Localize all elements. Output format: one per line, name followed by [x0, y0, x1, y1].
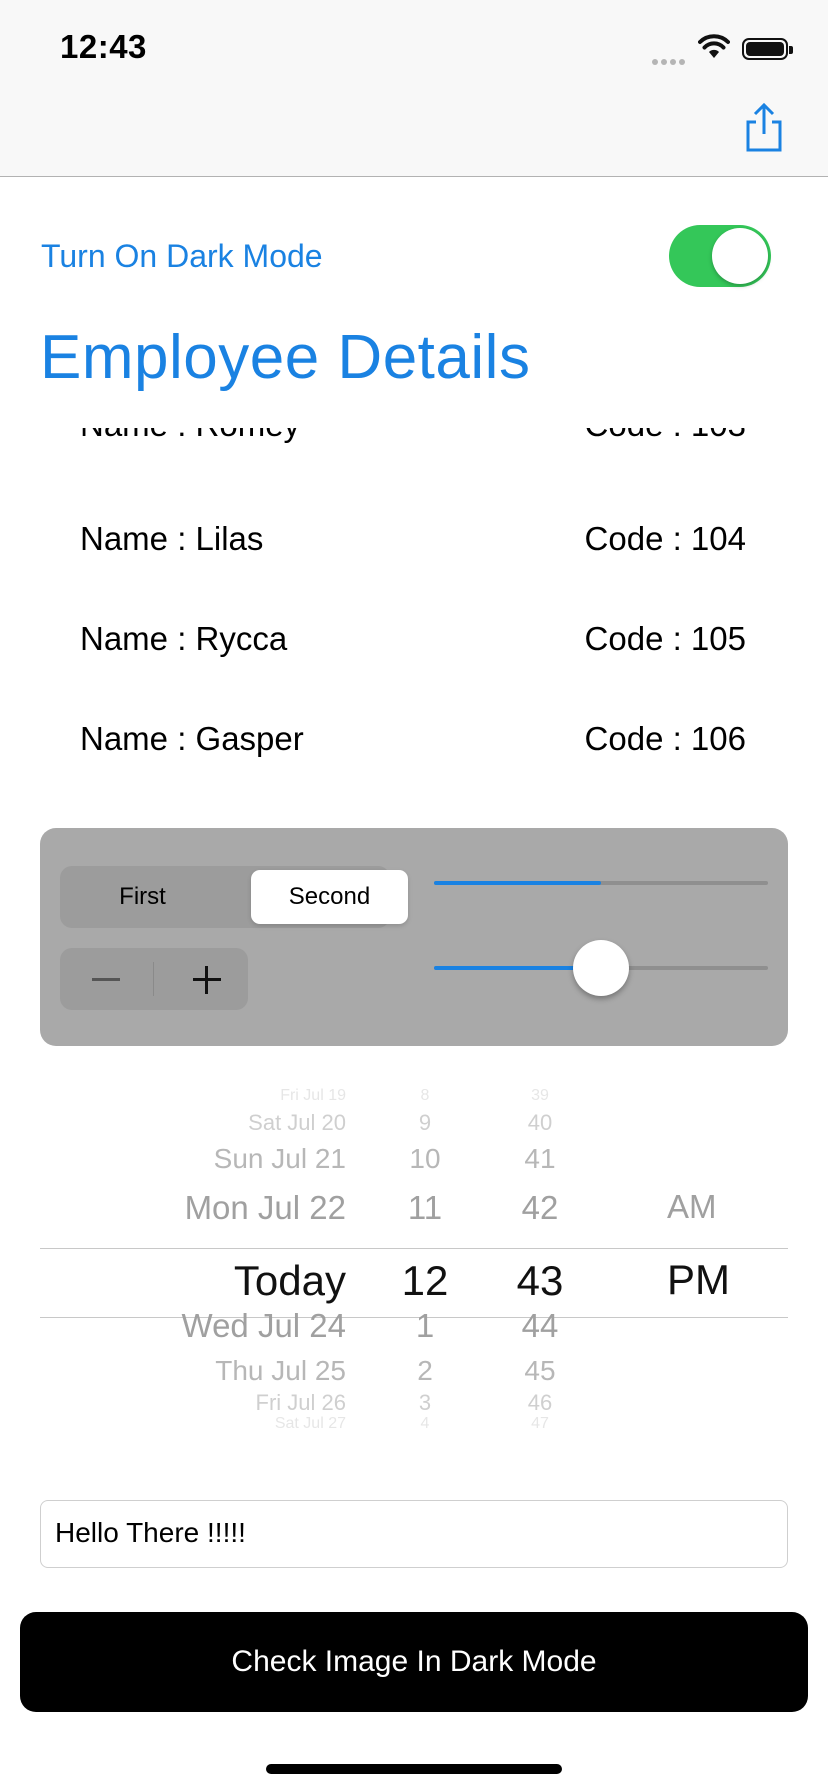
picker-item[interactable]: Sat Jul 27 [275, 1414, 346, 1433]
picker-item[interactable]: 47 [490, 1414, 590, 1433]
employee-name: Name : Lilas [80, 520, 264, 557]
picker-selected-item[interactable]: Today [234, 1256, 346, 1306]
picker-item[interactable]: Mon Jul 22 [185, 1188, 346, 1228]
controls-panel: First Second [40, 828, 788, 1046]
picker-hour-column[interactable]: 8 9 10 11 12 1 2 3 4 [380, 1087, 470, 1462]
table-row[interactable]: Name : Lilas Code : 104 [0, 520, 828, 580]
segmented-control: First Second [60, 866, 408, 928]
progress-bar [434, 881, 768, 885]
picker-item[interactable]: Thu Jul 25 [215, 1354, 346, 1388]
stepper-decrement-button[interactable] [92, 978, 120, 981]
home-indicator [266, 1764, 562, 1774]
stepper [60, 948, 248, 1010]
battery-icon [742, 38, 793, 60]
stepper-divider [153, 962, 154, 996]
segment-first[interactable]: First [60, 866, 225, 928]
wifi-icon [698, 34, 730, 58]
employee-code: Code : 106 [584, 720, 746, 757]
employee-name: Name : Gasper [80, 720, 304, 757]
picker-item[interactable]: 10 [380, 1142, 470, 1176]
picker-item[interactable]: Sat Jul 20 [248, 1110, 346, 1136]
stepper-increment-button[interactable] [187, 960, 227, 1000]
progress-fill [434, 881, 601, 885]
employee-table[interactable]: Name : Romey Code : 103 Name : Lilas Cod… [0, 428, 828, 788]
picker-minute-column[interactable]: 39 40 41 42 43 44 45 46 47 [490, 1087, 590, 1462]
picker-item[interactable]: 1 [380, 1306, 470, 1346]
picker-selected-item[interactable]: 43 [490, 1256, 590, 1306]
switch-knob [712, 228, 768, 284]
picker-item[interactable]: 4 [380, 1414, 470, 1433]
picker-item[interactable]: 41 [490, 1142, 590, 1176]
dark-mode-switch[interactable] [669, 225, 771, 287]
table-row[interactable]: Name : Rycca Code : 105 [0, 620, 828, 680]
picker-ampm-column[interactable]: AM PM [610, 1098, 730, 1462]
picker-item[interactable]: 44 [490, 1306, 590, 1346]
check-image-dark-mode-button[interactable]: Check Image In Dark Mode [20, 1612, 808, 1712]
picker-selected-item[interactable]: PM [667, 1256, 730, 1304]
picker-item[interactable]: 39 [490, 1086, 590, 1105]
table-row[interactable]: Name : Romey Code : 103 [0, 428, 828, 466]
status-bar: 12:43 [0, 0, 828, 100]
picker-item[interactable]: 3 [380, 1390, 470, 1416]
share-icon[interactable] [742, 102, 786, 154]
picker-item[interactable]: 11 [380, 1188, 470, 1228]
picker-item[interactable]: 40 [490, 1110, 590, 1136]
picker-item[interactable]: 9 [380, 1110, 470, 1136]
text-field-value: Hello There !!!!! [55, 1517, 246, 1548]
status-time: 12:43 [60, 28, 147, 65]
employee-code: Code : 105 [584, 620, 746, 657]
signal-icon [652, 52, 688, 70]
picker-item[interactable]: 8 [380, 1086, 470, 1105]
dark-mode-label: Turn On Dark Mode [41, 238, 323, 274]
picker-item[interactable]: 45 [490, 1354, 590, 1388]
employee-code: Code : 103 [585, 428, 746, 444]
picker-item[interactable]: 2 [380, 1354, 470, 1388]
employee-name: Name : Rycca [80, 620, 288, 657]
page-title: Employee Details [40, 323, 531, 392]
picker-item[interactable]: Fri Jul 19 [280, 1086, 346, 1105]
message-text-field[interactable]: Hello There !!!!! [40, 1500, 788, 1568]
picker-item[interactable]: Fri Jul 26 [256, 1390, 346, 1416]
date-time-picker[interactable]: Fri Jul 19 Sat Jul 20 Sun Jul 21 Mon Jul 22… [40, 1087, 788, 1462]
picker-item[interactable]: 42 [490, 1188, 590, 1228]
segment-second[interactable]: Second [251, 870, 408, 924]
picker-item[interactable]: 46 [490, 1390, 590, 1416]
picker-item[interactable]: Wed Jul 24 [182, 1306, 346, 1346]
table-row[interactable]: Name : Gasper Code : 106 [0, 720, 828, 780]
employee-code: Code : 104 [584, 520, 746, 557]
picker-item[interactable]: Sun Jul 21 [214, 1142, 346, 1176]
picker-item[interactable]: AM [667, 1188, 717, 1226]
employee-name: Name : Romey [80, 428, 300, 444]
slider-thumb[interactable] [573, 940, 629, 996]
picker-selected-item[interactable]: 12 [380, 1256, 470, 1306]
picker-day-column[interactable]: Fri Jul 19 Sat Jul 20 Sun Jul 21 Mon Jul 22… [40, 1087, 360, 1462]
